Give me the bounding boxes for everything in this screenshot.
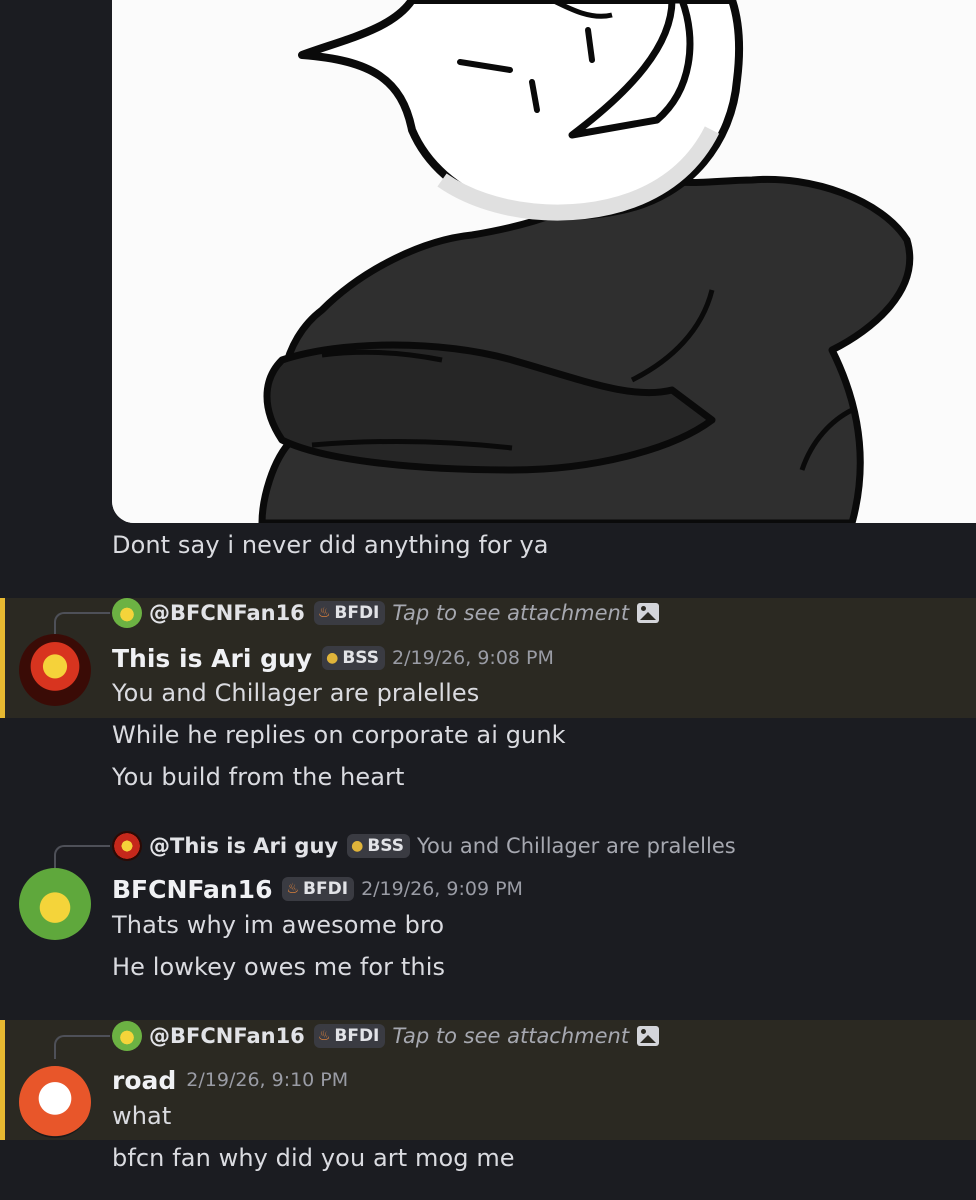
- image-icon: [637, 1026, 660, 1046]
- role-tag: ♨ BFDI: [313, 1024, 386, 1048]
- role-tag: ● BSS: [322, 646, 386, 670]
- reply-preview[interactable]: @BFCNFan16 ♨ BFDI Tap to see attachment: [112, 597, 660, 629]
- message-text: You build from the heart: [112, 763, 405, 791]
- reply-preview[interactable]: @This is Ari guy ● BSS You and Chillager …: [112, 830, 736, 862]
- reply-connector: [54, 1035, 110, 1059]
- message-text: bfcn fan why did you art mog me: [112, 1144, 515, 1172]
- flame-icon: ♨: [286, 881, 300, 897]
- reply-avatar: [112, 598, 142, 628]
- message-text: While he replies on corporate ai gunk: [112, 721, 566, 749]
- message-header: road 2/19/26, 9:10 PM: [112, 1062, 348, 1098]
- avatar[interactable]: [19, 634, 91, 706]
- gold-drop-icon: ●: [326, 650, 339, 666]
- role-tag: ● BSS: [347, 834, 410, 858]
- timestamp: 2/19/26, 9:10 PM: [186, 1069, 349, 1091]
- timestamp: 2/19/26, 9:08 PM: [392, 647, 554, 669]
- reply-connector: [54, 845, 110, 869]
- role-tag: ♨ BFDI: [282, 877, 355, 901]
- avatar[interactable]: [19, 1066, 91, 1138]
- author-name[interactable]: This is Ari guy: [112, 644, 312, 673]
- reply-avatar: [112, 831, 142, 861]
- message-text: He lowkey owes me for this: [112, 953, 446, 981]
- reply-username[interactable]: @BFCNFan16: [149, 601, 305, 625]
- message-text: what: [112, 1102, 172, 1130]
- avatar[interactable]: [19, 868, 91, 940]
- attachment-image[interactable]: [112, 0, 976, 523]
- image-icon: [637, 603, 660, 623]
- reply-preview-text: You and Chillager are pralelles: [417, 834, 736, 858]
- reply-preview-text: Tap to see attachment: [392, 601, 630, 625]
- author-name[interactable]: BFCNFan16: [112, 875, 272, 904]
- flame-icon: ♨: [317, 605, 331, 621]
- reply-username[interactable]: @BFCNFan16: [149, 1024, 305, 1048]
- message-text: You and Chillager are pralelles: [112, 679, 480, 707]
- message-text: Dont say i never did anything for ya: [112, 531, 549, 559]
- author-name[interactable]: road: [112, 1066, 176, 1095]
- reply-preview[interactable]: @BFCNFan16 ♨ BFDI Tap to see attachment: [112, 1020, 660, 1052]
- message-header: This is Ari guy ● BSS 2/19/26, 9:08 PM: [112, 640, 554, 676]
- reply-username[interactable]: @This is Ari guy: [149, 834, 338, 858]
- timestamp: 2/19/26, 9:09 PM: [361, 878, 523, 900]
- message-header: BFCNFan16 ♨ BFDI 2/19/26, 9:09 PM: [112, 871, 523, 907]
- flame-icon: ♨: [317, 1028, 331, 1044]
- reply-avatar: [112, 1021, 142, 1051]
- reply-preview-text: Tap to see attachment: [392, 1024, 630, 1048]
- role-tag: ♨ BFDI: [313, 601, 386, 625]
- gold-drop-icon: ●: [351, 838, 364, 854]
- message-text: Thats why im awesome bro: [112, 911, 445, 939]
- reply-connector: [54, 612, 110, 636]
